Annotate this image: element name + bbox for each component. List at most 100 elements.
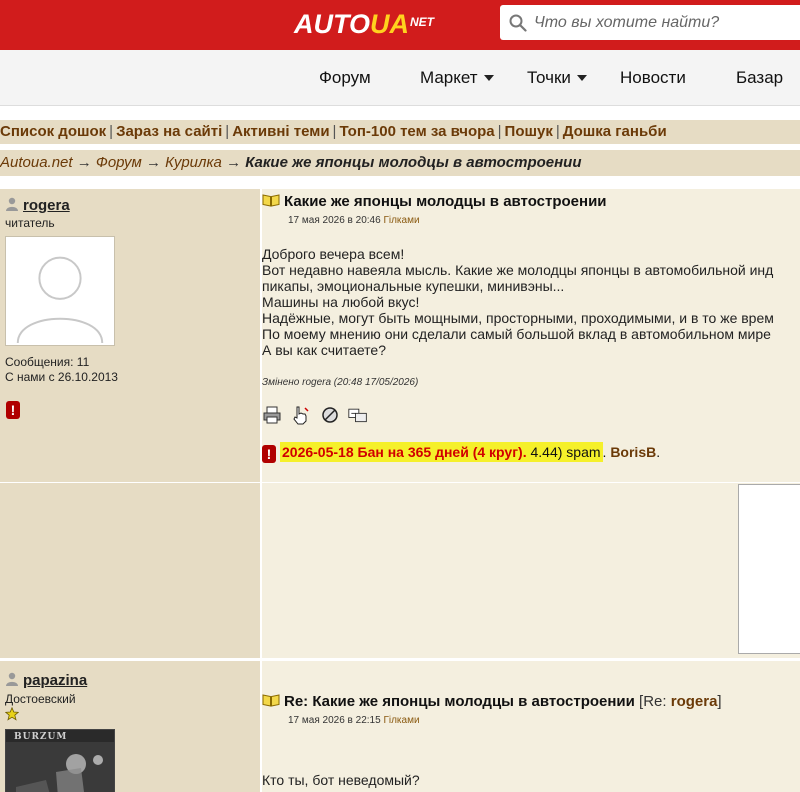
board-link-active[interactable]: Активні теми bbox=[232, 123, 329, 140]
post-body-line: Доброго вечера всем! bbox=[262, 246, 405, 262]
board-links-bar: Список дошок | Зараз на сайті | Активні теми… bbox=[0, 120, 800, 144]
breadcrumb-current: Какие же японцы молодцы в автостроении bbox=[245, 154, 582, 171]
post-content: Re: Какие же японцы молодцы в автостроен… bbox=[262, 661, 800, 792]
post-body: Доброго вечера всем! Вот недавно навеяла… bbox=[262, 246, 774, 358]
post-username[interactable]: papazina bbox=[5, 672, 87, 689]
separator: | bbox=[225, 123, 230, 140]
post-body-line: пикапы, эмоциональные купешки, минивэны.… bbox=[262, 278, 565, 294]
search-input[interactable] bbox=[534, 11, 794, 35]
user-meta: Сообщения: 11 С нами с 26.10.2013 bbox=[5, 355, 118, 385]
nav-label: Точки bbox=[527, 68, 571, 87]
nav-label: Форум bbox=[319, 68, 371, 87]
warning-icon: ! bbox=[262, 445, 276, 463]
board-link-search[interactable]: Пошук bbox=[505, 123, 553, 140]
post-title[interactable]: Re: Какие же японцы молодцы в автостроен… bbox=[262, 693, 722, 710]
post-username[interactable]: rogera bbox=[5, 197, 70, 214]
avatar-caption: BURZUM bbox=[14, 732, 68, 742]
breadcrumb-arrow: → bbox=[145, 154, 161, 171]
nav-label: Новости bbox=[620, 68, 686, 87]
site-logo[interactable]: AUTOUANET bbox=[294, 9, 434, 39]
warning-icon: ! bbox=[6, 401, 20, 419]
search-icon[interactable] bbox=[509, 14, 527, 32]
post-spacer-left bbox=[0, 483, 260, 658]
user-icon bbox=[6, 672, 18, 686]
nav-item-news[interactable]: Новости bbox=[620, 68, 686, 88]
ban-reason: 4.44) spam bbox=[530, 444, 601, 460]
avatar-image bbox=[6, 742, 114, 792]
post-date: 17 мая 2026 в 22:15 Гілками bbox=[288, 715, 420, 726]
ref-open: [Re: bbox=[639, 693, 667, 710]
search-box bbox=[500, 5, 800, 40]
breadcrumb-section[interactable]: Курилка bbox=[165, 154, 222, 171]
post-date-text: 17 мая 2026 в 20:46 bbox=[288, 215, 381, 226]
post-body-line: Вот недавно навеяла мысль. Какие же моло… bbox=[262, 262, 774, 278]
ban-punct: . bbox=[602, 444, 607, 460]
separator: | bbox=[555, 123, 560, 140]
block-icon[interactable] bbox=[320, 405, 340, 425]
post-author-panel: rogera читатель Сообщения: 11 С нами с 2… bbox=[0, 189, 260, 482]
breadcrumb: Autoua.net → Форум → Курилка → Какие же … bbox=[0, 150, 800, 176]
book-icon bbox=[262, 694, 280, 707]
chevron-down-icon bbox=[576, 74, 587, 81]
ban-text: 2026-05-18 Бан на 365 дней (4 круг). bbox=[282, 444, 527, 460]
breadcrumb-home[interactable]: Autoua.net bbox=[0, 154, 73, 171]
avatar: BURZUM bbox=[5, 729, 115, 792]
main-nav: Форум Маркет Точки Новости Базар bbox=[0, 50, 800, 106]
ban-notice: ! 2026-05-18 Бан на 365 дней (4 круг). 4.… bbox=[262, 442, 660, 463]
post-title-text: Re: Какие же японцы молодцы в автостроен… bbox=[284, 693, 635, 710]
logo-ua-text: UA bbox=[370, 9, 410, 39]
user-rank: читатель bbox=[5, 216, 55, 230]
ref-close: ] bbox=[717, 693, 722, 710]
board-link-top100[interactable]: Топ-100 тем за вчора bbox=[339, 123, 494, 140]
nav-item-bazaar[interactable]: Базар bbox=[736, 68, 783, 88]
board-link-online[interactable]: Зараз на сайті bbox=[116, 123, 222, 140]
ban-punct: . bbox=[656, 444, 661, 460]
post-body-line: По моему мнению они сделали самый большо… bbox=[262, 326, 771, 342]
post-title-text: Какие же японцы молодцы в автостроении bbox=[284, 193, 607, 210]
ad-placeholder bbox=[738, 484, 800, 654]
breadcrumb-arrow: → bbox=[226, 154, 242, 171]
post-content: Какие же японцы молодцы в автостроении 1… bbox=[262, 189, 800, 482]
post-body: Кто ты, бот неведомый? bbox=[262, 772, 420, 788]
logo-auto-text: AUTO bbox=[294, 9, 371, 39]
separator: | bbox=[332, 123, 337, 140]
reply-reference: [Re: rogera] bbox=[639, 693, 722, 710]
user-joined-date: С нами с 26.10.2013 bbox=[5, 370, 118, 384]
nav-item-forum[interactable]: Форум bbox=[319, 68, 371, 88]
username-text: rogera bbox=[23, 197, 70, 214]
separator: | bbox=[109, 123, 114, 140]
nav-item-points[interactable]: Точки bbox=[527, 68, 587, 88]
chevron-down-icon bbox=[483, 74, 494, 81]
nav-label: Базар bbox=[736, 68, 784, 87]
post-body-line: А вы как считаете? bbox=[262, 342, 386, 358]
post-date-text: 17 мая 2026 в 22:15 bbox=[288, 715, 381, 726]
ban-highlight: 2026-05-18 Бан на 365 дней (4 круг). 4.4… bbox=[280, 442, 603, 462]
board-link-list[interactable]: Список дошок bbox=[0, 123, 106, 140]
top-header: AUTOUANET bbox=[0, 0, 800, 50]
post-title[interactable]: Какие же японцы молодцы в автостроении bbox=[262, 193, 607, 210]
post-spacer-right bbox=[262, 483, 800, 658]
post-body-line: Надёжные, могут быть мощными, просторным… bbox=[262, 310, 774, 326]
default-avatar-icon bbox=[16, 256, 104, 344]
branch-view-link[interactable]: Гілками bbox=[383, 715, 419, 726]
star-icon bbox=[5, 707, 19, 721]
print-icon[interactable] bbox=[262, 405, 282, 425]
logo-net-text: NET bbox=[410, 15, 435, 29]
board-link-shame[interactable]: Дошка ганьби bbox=[563, 123, 667, 140]
breadcrumb-arrow: → bbox=[76, 154, 92, 171]
hand-pointer-icon[interactable] bbox=[290, 405, 310, 425]
move-post-icon[interactable] bbox=[348, 405, 368, 425]
username-text: papazina bbox=[23, 672, 88, 689]
post-author-panel: papazina Достоевский BURZUM bbox=[0, 661, 260, 792]
branch-view-link[interactable]: Гілками bbox=[383, 215, 419, 226]
ref-user-link[interactable]: rogera bbox=[671, 693, 718, 710]
ban-moderator[interactable]: BorisB bbox=[610, 444, 656, 460]
nav-label: Маркет bbox=[420, 68, 478, 87]
user-message-count: Сообщения: 11 bbox=[5, 355, 90, 369]
breadcrumb-forum[interactable]: Форум bbox=[96, 154, 142, 171]
post-date: 17 мая 2026 в 20:46 Гілками bbox=[288, 215, 420, 226]
user-rank: Достоевский bbox=[5, 692, 76, 706]
post-body-line: Машины на любой вкус! bbox=[262, 294, 420, 310]
nav-item-market[interactable]: Маркет bbox=[420, 68, 494, 88]
post-body-line: Кто ты, бот неведомый? bbox=[262, 772, 420, 788]
